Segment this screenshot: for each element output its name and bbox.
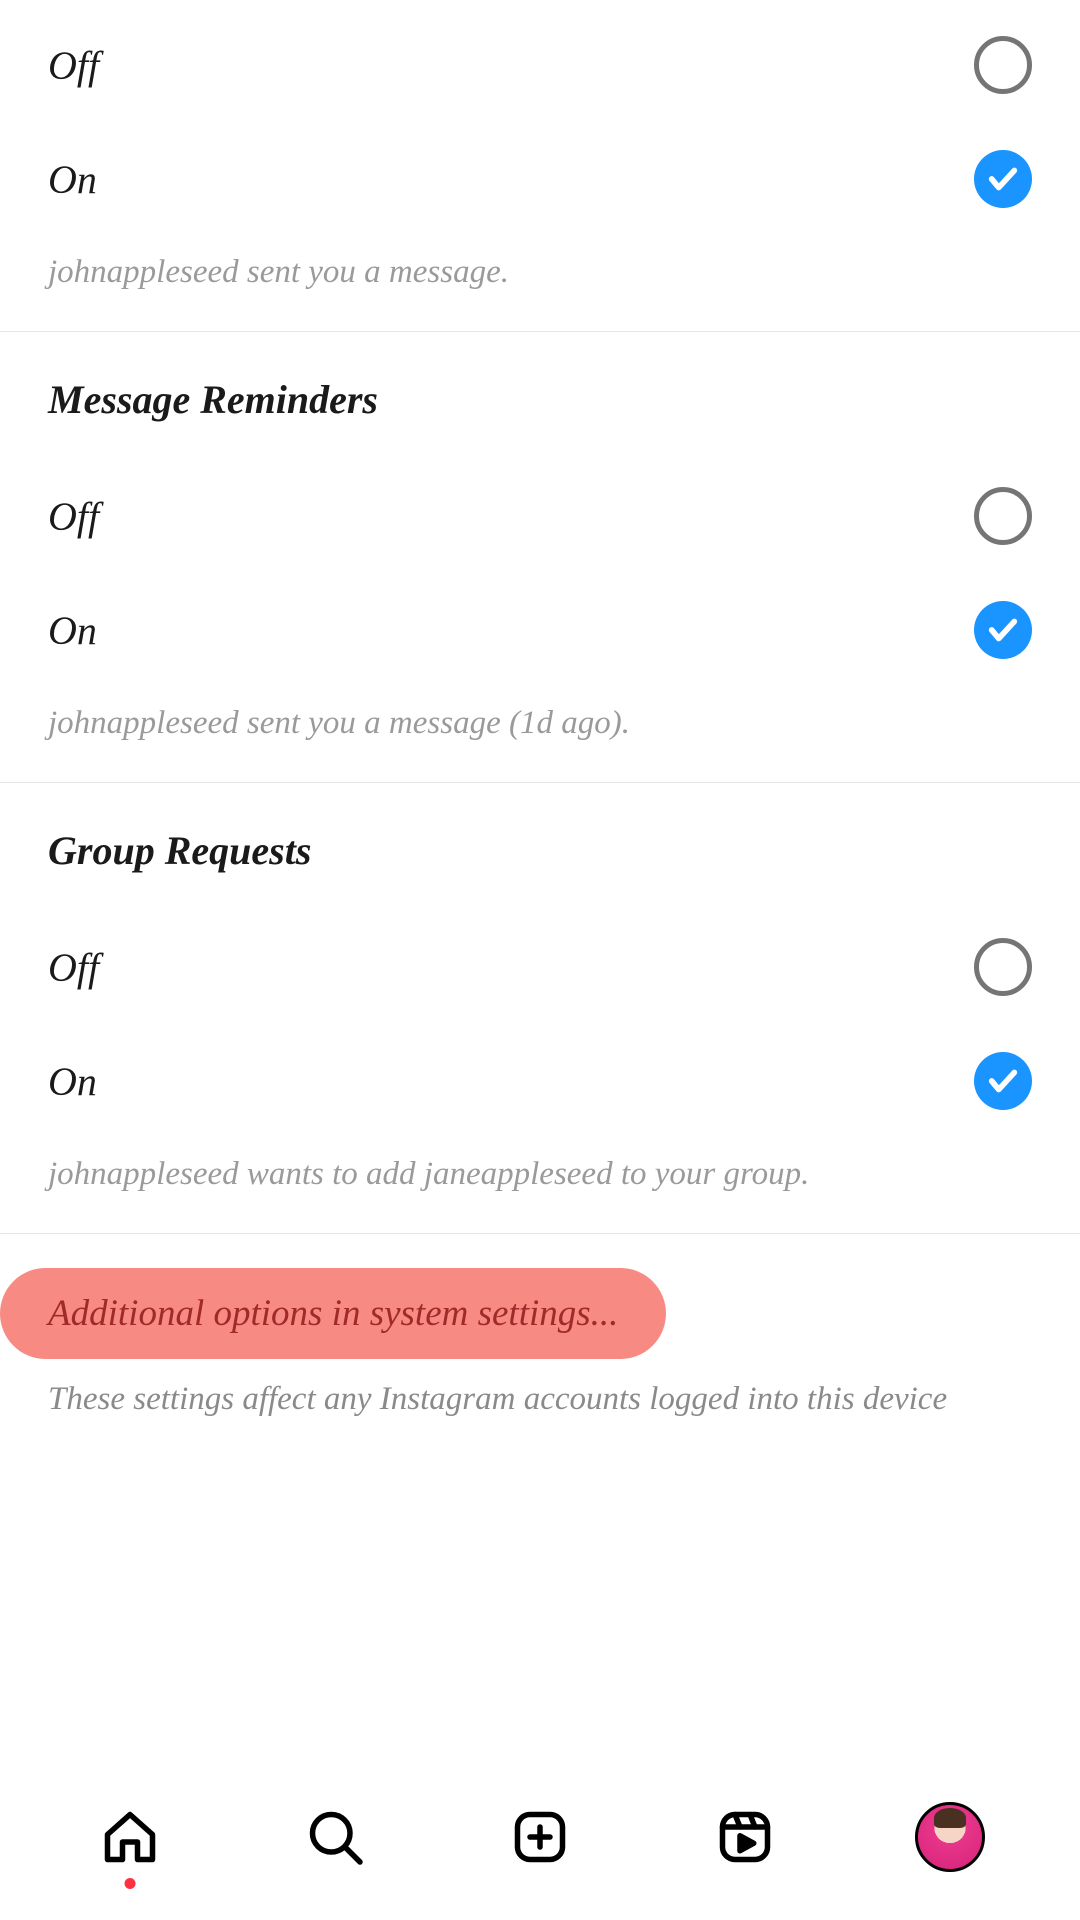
nav-home[interactable] <box>90 1797 170 1877</box>
option-off[interactable]: Off <box>0 459 1080 573</box>
home-notification-dot <box>125 1878 136 1889</box>
example-text: johnappleseed sent you a message (1d ago… <box>0 687 1080 742</box>
search-icon <box>305 1807 365 1867</box>
section-title: Message Reminders <box>0 332 1080 459</box>
section-message-reminders: Message Reminders Off On johnappleseed s… <box>0 332 1080 783</box>
radio-unchecked-icon <box>974 36 1032 94</box>
radio-checked-icon <box>974 150 1032 208</box>
option-label: On <box>48 607 97 654</box>
option-on[interactable]: On <box>0 573 1080 687</box>
section-title: Group Requests <box>0 783 1080 910</box>
nav-search[interactable] <box>295 1797 375 1877</box>
avatar-icon <box>915 1802 985 1872</box>
system-settings-note: These settings affect any Instagram acco… <box>0 1359 1080 1418</box>
option-off[interactable]: Off <box>0 0 1080 122</box>
bottom-nav <box>0 1780 1080 1920</box>
section-system-settings: Additional options in system settings...… <box>0 1234 1080 1418</box>
nav-reels[interactable] <box>705 1797 785 1877</box>
option-label: On <box>48 1058 97 1105</box>
option-off[interactable]: Off <box>0 910 1080 1024</box>
option-label: Off <box>48 42 99 89</box>
option-label: On <box>48 156 97 203</box>
section-messages: Off On johnappleseed sent you a message. <box>0 0 1080 332</box>
option-on[interactable]: On <box>0 122 1080 236</box>
reels-icon <box>715 1807 775 1867</box>
radio-checked-icon <box>974 1052 1032 1110</box>
nav-create[interactable] <box>500 1797 580 1877</box>
example-text: johnappleseed wants to add janeappleseed… <box>0 1138 1080 1193</box>
radio-unchecked-icon <box>974 487 1032 545</box>
radio-unchecked-icon <box>974 938 1032 996</box>
nav-profile[interactable] <box>910 1797 990 1877</box>
example-text: johnappleseed sent you a message. <box>0 236 1080 291</box>
section-group-requests: Group Requests Off On johnappleseed want… <box>0 783 1080 1234</box>
radio-checked-icon <box>974 601 1032 659</box>
option-label: Off <box>48 493 99 540</box>
option-label: Off <box>48 944 99 991</box>
home-icon <box>100 1807 160 1867</box>
system-settings-label: Additional options in system settings... <box>48 1293 618 1334</box>
option-on[interactable]: On <box>0 1024 1080 1138</box>
plus-square-icon <box>510 1807 570 1867</box>
system-settings-link[interactable]: Additional options in system settings... <box>0 1268 666 1359</box>
